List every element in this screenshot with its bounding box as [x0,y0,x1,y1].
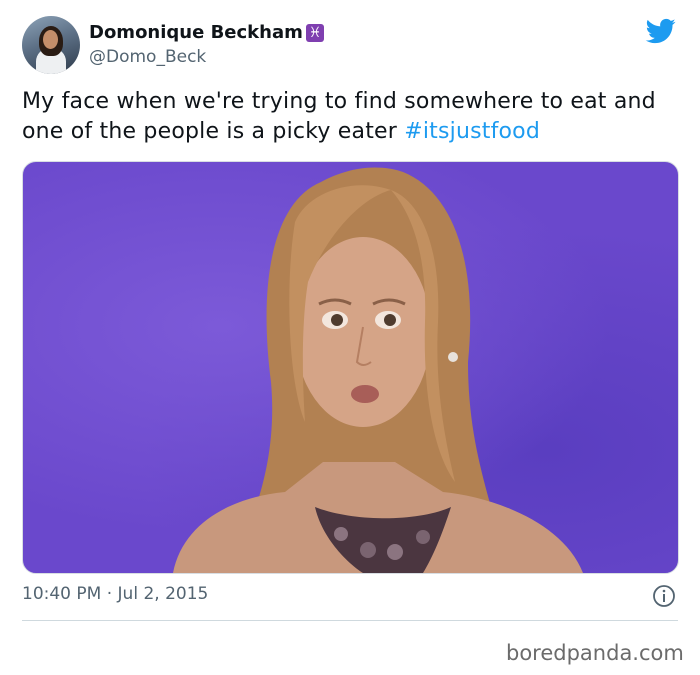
twitter-bird-icon[interactable] [644,16,678,46]
avatar-face [43,30,58,49]
tweet-card: Domonique Beckham ♓ @Domo_Beck My face w… [0,0,700,675]
media-photo [173,167,583,573]
info-icon[interactable] [652,584,676,608]
tweet-body: My face when we're trying to find somewh… [22,89,656,144]
avatar[interactable] [22,16,80,74]
watermark: boredpanda.com [506,641,684,665]
tweet-timestamp[interactable]: 10:40 PM · Jul 2, 2015 [22,583,208,605]
hashtag-link[interactable]: #itsjustfood [404,119,540,144]
zodiac-badge-icon: ♓ [306,24,324,42]
tweet-text: My face when we're trying to find somewh… [22,87,687,147]
author-name[interactable]: Domonique Beckham [89,22,303,44]
author-handle[interactable]: @Domo_Beck [89,47,206,68]
tweet-media[interactable] [22,161,679,574]
divider [22,620,678,621]
